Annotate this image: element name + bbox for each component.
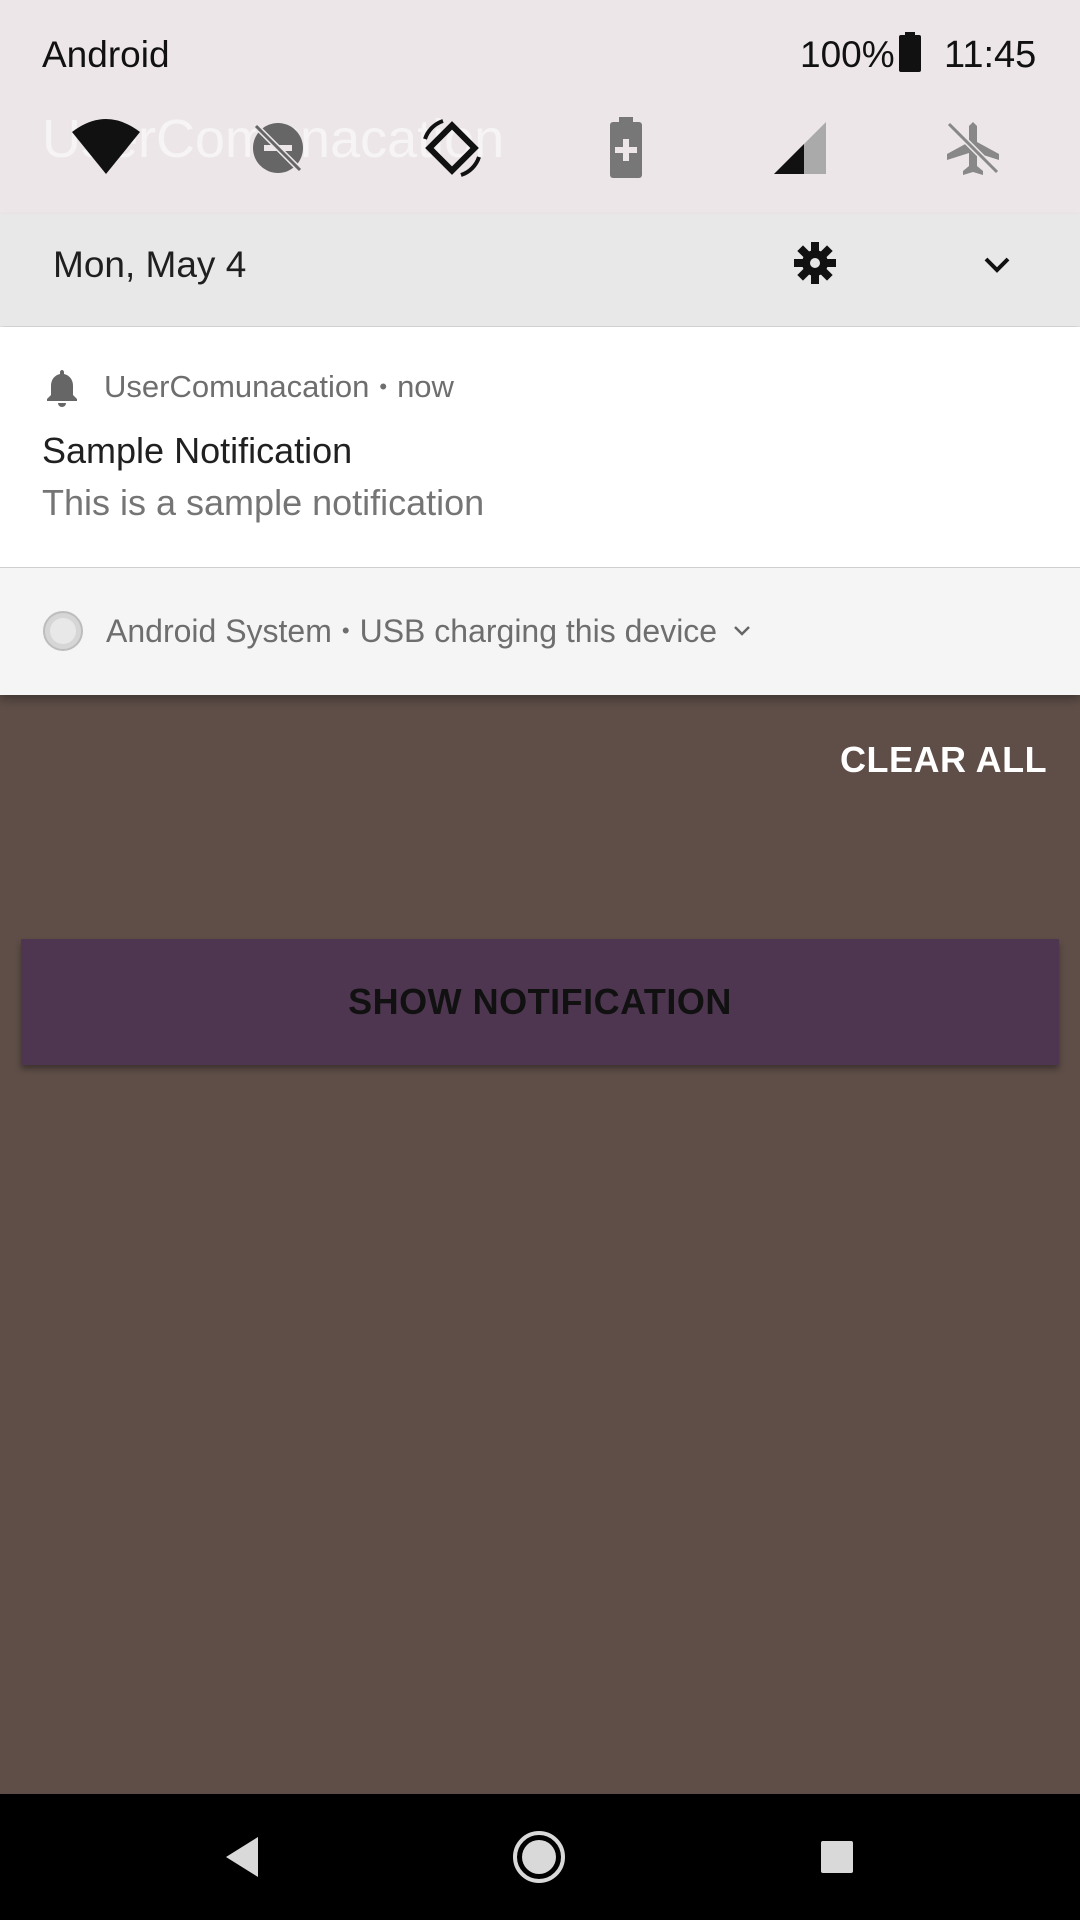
carrier-label: Android (42, 34, 170, 75)
system-notification[interactable]: Android System • USB charging this devic… (0, 568, 1080, 695)
settings-gear-icon[interactable] (790, 238, 840, 288)
expand-small-chevron-icon[interactable] (731, 620, 753, 642)
recents-icon[interactable] (807, 1827, 867, 1887)
clock: 11:45 (944, 34, 1037, 76)
do-not-disturb-off-icon[interactable] (238, 108, 318, 188)
notification-title: Sample Notification (42, 430, 353, 471)
bell-icon (47, 370, 77, 407)
back-icon[interactable] (212, 1827, 272, 1887)
quick-settings-panel: UserComunacation Android 100% 11:45 (0, 0, 1080, 214)
battery-icon (898, 32, 922, 81)
clear-all-button[interactable]: CLEAR ALL (840, 739, 1047, 781)
notification-card[interactable]: UserComunacation • now Sample Notificati… (0, 327, 1080, 568)
system-notification-text: USB charging this device (359, 612, 718, 649)
notification-shade: UserComunacation Android 100% 11:45 (0, 0, 1080, 695)
status-bar: Android 100% 11:45 (0, 0, 1080, 108)
date-bar: Mon, May 4 (0, 214, 1080, 326)
battery-percent: 100% (800, 34, 895, 75)
home-icon[interactable] (509, 1827, 569, 1887)
battery-saver-icon[interactable] (586, 108, 666, 188)
auto-rotate-icon[interactable] (412, 108, 492, 188)
cellular-signal-icon[interactable] (760, 108, 840, 188)
show-notification-button[interactable]: SHOW NOTIFICATION (21, 939, 1059, 1065)
system-notification-row: Android System • USB charging this devic… (42, 610, 753, 652)
navigation-bar (0, 1794, 1080, 1920)
wifi-icon[interactable] (66, 108, 146, 188)
notification-header: UserComunacation • now (42, 367, 454, 407)
android-system-icon (43, 611, 83, 651)
airplane-mode-off-icon[interactable] (933, 108, 1013, 188)
notification-app-name: UserComunacation (104, 369, 370, 404)
expand-chevron-icon[interactable] (972, 240, 1022, 290)
notification-time: now (397, 369, 454, 404)
quick-settings-row (0, 108, 1080, 178)
system-app-name: Android System (106, 612, 332, 649)
separator-dot: • (341, 618, 350, 643)
notification-body: This is a sample notification (42, 482, 485, 523)
date-label: Mon, May 4 (53, 244, 247, 285)
separator-dot: • (379, 374, 388, 399)
